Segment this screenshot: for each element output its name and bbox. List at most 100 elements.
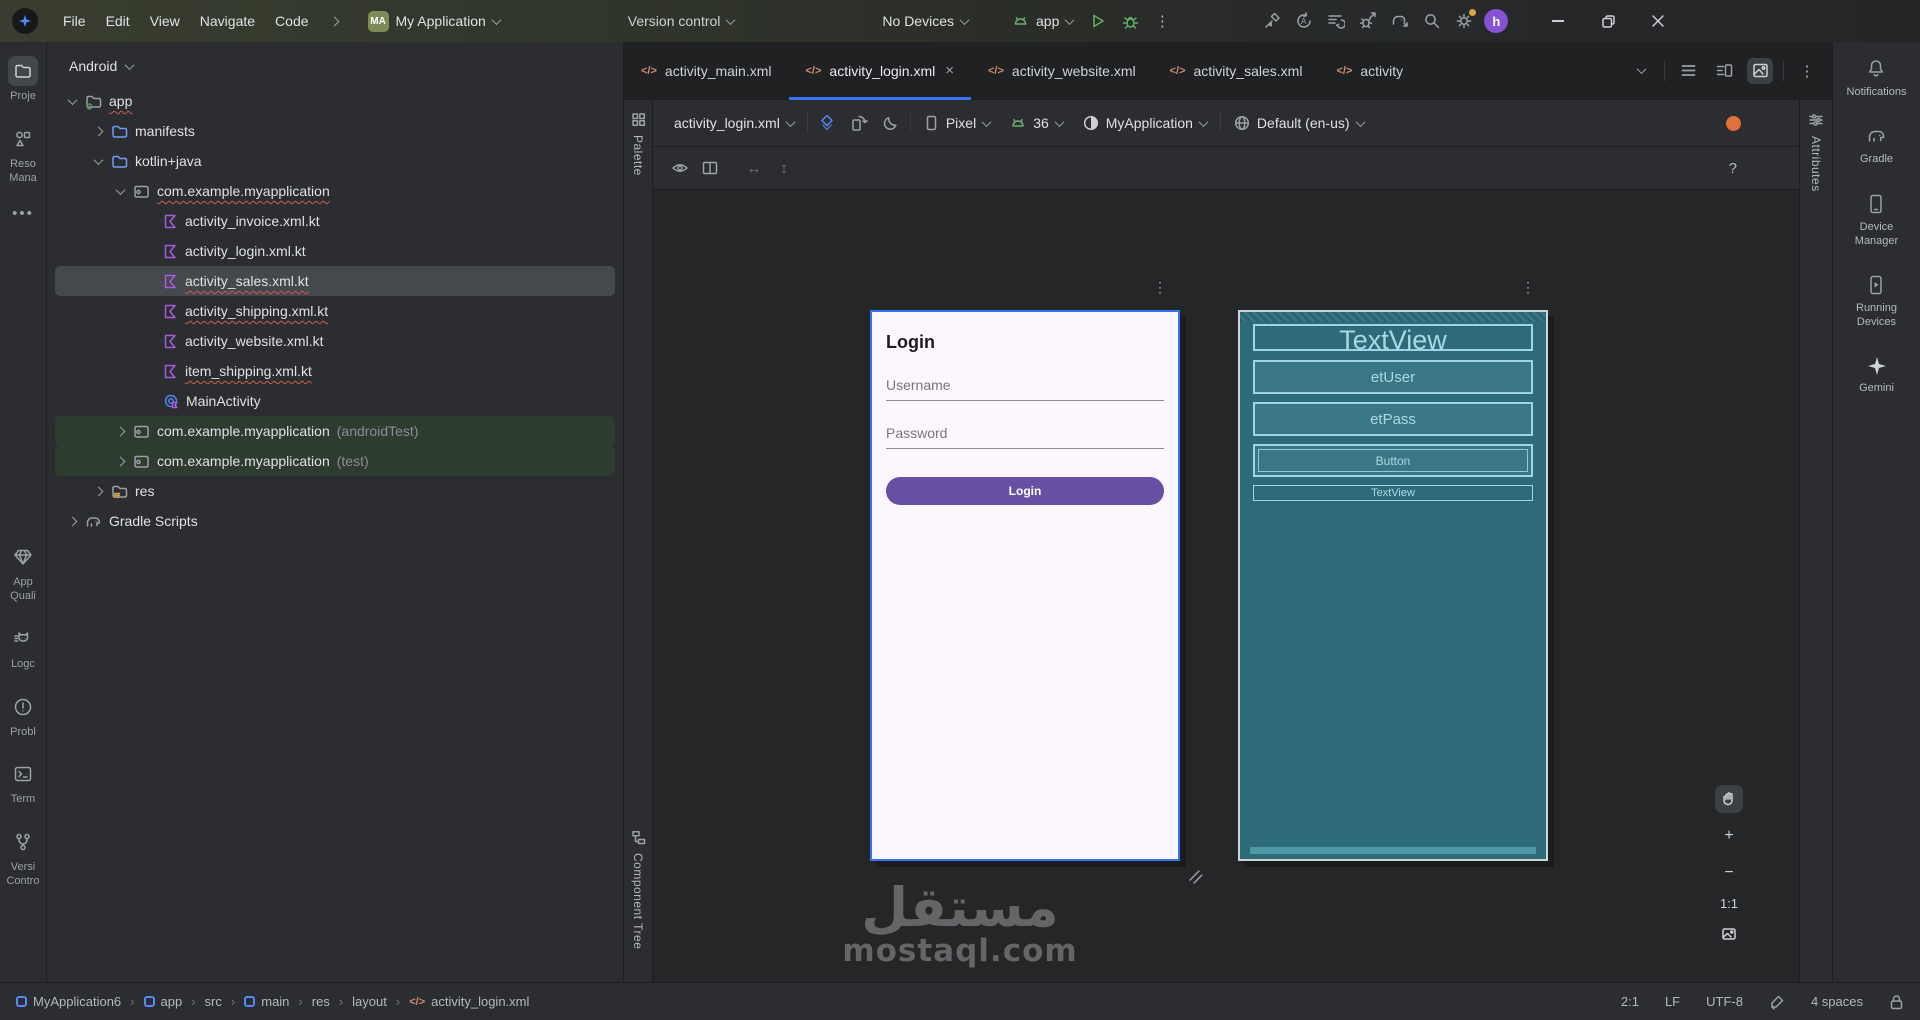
zoom-to-fit-icon[interactable] xyxy=(1715,920,1743,948)
tool-gradle[interactable]: Gradle xyxy=(1860,125,1893,166)
layout-variants-icon[interactable] xyxy=(697,155,723,181)
layout-file-selector[interactable]: activity_login.xml xyxy=(667,111,801,135)
blueprint-button[interactable]: Button xyxy=(1253,444,1533,477)
highlighting-brush-icon[interactable] xyxy=(1769,994,1785,1010)
tool-notifications[interactable]: Notifications xyxy=(1847,58,1906,99)
blueprint-textview-small[interactable]: TextView xyxy=(1253,485,1533,501)
code-view-icon[interactable] xyxy=(1675,58,1701,84)
tree-row-activity-sales-selected[interactable]: activity_sales.xml.kt xyxy=(55,266,615,296)
tab-close-icon[interactable]: × xyxy=(945,62,954,79)
menu-file[interactable]: File xyxy=(54,8,95,34)
menu-view[interactable]: View xyxy=(141,8,189,34)
tool-running-devices[interactable]: Running Devices xyxy=(1856,274,1897,330)
render-error-badge[interactable] xyxy=(1726,115,1741,131)
blueprint-phone[interactable]: TextView etUser etPass Button TextView xyxy=(1238,310,1548,861)
tree-row-activity-shipping[interactable]: activity_shipping.xml.kt xyxy=(55,296,615,326)
build-hammer-icon[interactable] xyxy=(1257,6,1287,36)
window-close-button[interactable] xyxy=(1641,6,1675,36)
settings-gear-icon[interactable] xyxy=(1449,6,1479,36)
tab-activity-login[interactable]: </> activity_login.xml × xyxy=(788,42,972,100)
zoom-ratio-label[interactable]: 1:1 xyxy=(1720,896,1738,911)
breadcrumb-project[interactable]: MyApplication6 xyxy=(16,994,121,1009)
blueprint-textview-large[interactable]: TextView xyxy=(1253,324,1533,351)
zoom-in-button[interactable]: + xyxy=(1715,822,1743,850)
blueprint-etuser[interactable]: etUser xyxy=(1253,360,1533,394)
device-selector[interactable]: No Devices xyxy=(874,9,976,33)
debug-button[interactable] xyxy=(1115,6,1145,36)
hidden-tabs-chevron-icon[interactable] xyxy=(1628,58,1654,84)
menu-overflow-chevron-icon[interactable] xyxy=(320,6,350,36)
login-button-preview[interactable]: Login xyxy=(886,477,1164,505)
tree-row-gradle-scripts[interactable]: Gradle Scripts xyxy=(55,506,615,536)
encoding-widget[interactable]: UTF-8 xyxy=(1706,994,1743,1009)
preview-menu-kebab-icon[interactable]: ⋮ xyxy=(1153,280,1167,294)
view-options-eye-icon[interactable] xyxy=(667,155,693,181)
run-button[interactable] xyxy=(1083,6,1113,36)
user-avatar[interactable]: h xyxy=(1481,6,1511,36)
project-view-selector[interactable]: Android xyxy=(47,50,623,86)
tree-row-activity-invoice[interactable]: activity_invoice.xml.kt xyxy=(55,206,615,236)
tool-logcat[interactable]: Logc xyxy=(8,624,38,672)
project-widget[interactable]: MA My Application xyxy=(360,7,508,36)
blueprint-etpass[interactable]: etPass xyxy=(1253,402,1533,436)
tab-activity-truncated[interactable]: </> activity xyxy=(1319,42,1420,99)
attach-debugger-icon[interactable] xyxy=(1353,6,1383,36)
tool-problems[interactable]: Probl xyxy=(8,692,38,740)
canvas-resize-handle[interactable] xyxy=(1189,870,1203,884)
password-field-preview[interactable]: Password xyxy=(886,425,1164,449)
run-configuration-selector[interactable]: app xyxy=(1004,9,1081,34)
caret-position-widget[interactable]: 2:1 xyxy=(1621,994,1639,1009)
gradle-sync-icon[interactable] xyxy=(1385,6,1415,36)
tree-row-activity-login[interactable]: activity_login.xml.kt xyxy=(55,236,615,266)
breadcrumb-layout[interactable]: layout xyxy=(352,994,387,1009)
design-canvas[interactable]: ⋮ ⋮ Login Username Password Login TextVi… xyxy=(653,190,1799,982)
locale-selector[interactable]: Default (en-us) xyxy=(1227,111,1371,135)
version-control-widget[interactable]: Version control xyxy=(620,9,743,33)
tool-device-manager[interactable]: Device Manager xyxy=(1855,193,1898,249)
constraint-vertical-icon[interactable]: ↕ xyxy=(771,155,797,181)
tree-row-activity-website[interactable]: activity_website.xml.kt xyxy=(55,326,615,356)
tool-gemini[interactable]: Gemini xyxy=(1859,356,1894,395)
indent-widget[interactable]: 4 spaces xyxy=(1811,994,1863,1009)
breadcrumb-res[interactable]: res xyxy=(312,994,330,1009)
menu-edit[interactable]: Edit xyxy=(97,8,139,34)
breadcrumb-app[interactable]: app xyxy=(143,994,182,1009)
tab-activity-main[interactable]: </> activity_main.xml xyxy=(624,42,789,99)
username-field-preview[interactable]: Username xyxy=(886,377,1164,401)
breadcrumb-src[interactable]: src xyxy=(205,994,222,1009)
menu-code[interactable]: Code xyxy=(266,8,317,34)
design-blueprint-mode-icon[interactable] xyxy=(814,110,840,136)
help-question-icon[interactable]: ? xyxy=(1729,160,1737,177)
constraint-horizontal-icon[interactable]: ↔ xyxy=(741,155,767,181)
readonly-lock-icon[interactable] xyxy=(1889,994,1904,1010)
window-restore-button[interactable] xyxy=(1591,6,1625,36)
tool-terminal[interactable]: Term xyxy=(8,759,38,807)
pan-hand-icon[interactable] xyxy=(1715,785,1743,813)
tree-row-package-androidtest[interactable]: com.example.myapplication (androidTest) xyxy=(55,416,615,446)
palette-collapsed[interactable]: Palette xyxy=(624,112,652,176)
search-everywhere-icon[interactable] xyxy=(1417,6,1447,36)
tool-project[interactable]: Proje xyxy=(8,56,38,104)
login-preview-phone[interactable]: Login Username Password Login xyxy=(870,310,1180,861)
line-separator-widget[interactable]: LF xyxy=(1665,994,1680,1009)
more-tool-windows-icon[interactable]: ••• xyxy=(12,205,34,222)
tool-version-control[interactable]: Versi Contro xyxy=(6,827,40,889)
window-minimize-button[interactable] xyxy=(1541,6,1575,36)
tree-row-app[interactable]: app xyxy=(55,86,615,116)
breadcrumb-main[interactable]: main xyxy=(244,994,289,1009)
tab-activity-sales[interactable]: </> activity_sales.xml xyxy=(1153,42,1320,99)
build-variants-list-icon[interactable] xyxy=(1321,6,1351,36)
night-mode-moon-icon[interactable] xyxy=(878,110,904,136)
tool-app-quality[interactable]: App Quali xyxy=(8,542,38,604)
theme-selector[interactable]: MyApplication xyxy=(1076,111,1214,135)
tree-row-item-shipping[interactable]: item_shipping.xml.kt xyxy=(55,356,615,386)
login-title-text[interactable]: Login xyxy=(886,332,1164,353)
tab-activity-website[interactable]: </> activity_website.xml xyxy=(971,42,1153,99)
tree-row-kotlin-java[interactable]: kotlin+java xyxy=(55,146,615,176)
design-view-icon[interactable] xyxy=(1747,57,1773,84)
menu-navigate[interactable]: Navigate xyxy=(191,8,264,34)
tree-row-package-test[interactable]: com.example.myapplication (test) xyxy=(55,446,615,476)
device-for-preview-selector[interactable]: Pixel xyxy=(917,111,997,135)
tool-resource-manager[interactable]: Reso Mana xyxy=(8,124,38,186)
split-view-icon[interactable] xyxy=(1711,58,1737,84)
